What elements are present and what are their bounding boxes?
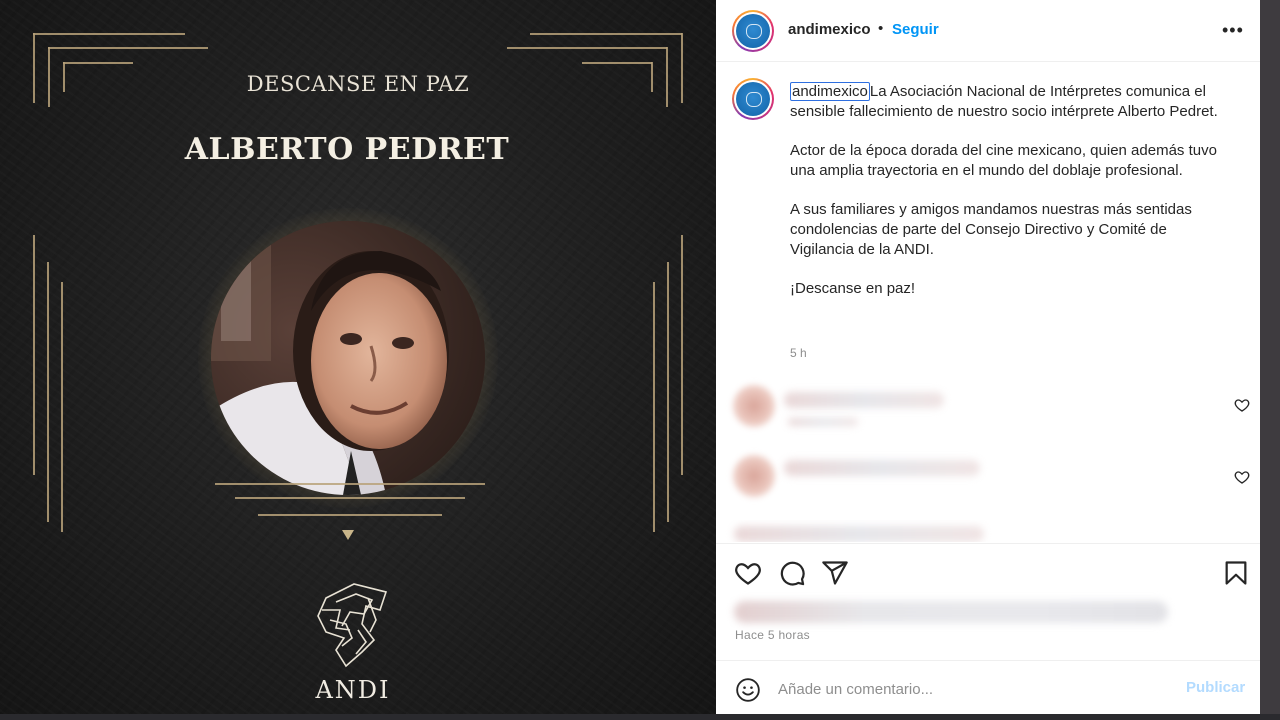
- side-ornament-line: [681, 235, 683, 475]
- andi-wordmark: ANDI: [315, 676, 391, 704]
- divider-ornament-line: [235, 497, 465, 499]
- comment-input[interactable]: [778, 678, 1168, 700]
- side-ornament-line: [47, 262, 49, 522]
- caption-timestamp: 5 h: [790, 346, 807, 360]
- comment-row: [716, 520, 1260, 542]
- divider-ornament-line: [258, 514, 442, 516]
- triangle-ornament-icon: [342, 530, 354, 540]
- caption-paragraph: ¡Descanse en paz!: [790, 280, 916, 297]
- caption-paragraph: Actor de la época dorada del cine mexica…: [790, 142, 1217, 179]
- commenter-avatar-blurred: [732, 454, 776, 498]
- corner-ornament-line: [530, 33, 682, 35]
- profile-avatar-image: [736, 82, 770, 116]
- emoji-icon[interactable]: [735, 677, 761, 703]
- post-caption: andimexico La Asociación Nacional de Inté…: [790, 82, 1230, 318]
- share-icon[interactable]: [821, 559, 849, 587]
- profile-avatar-image: [736, 14, 770, 48]
- corner-ornament-line: [582, 62, 652, 64]
- likes-summary-blurred: [734, 601, 1168, 623]
- post-header: andimexico • Seguir •••: [716, 0, 1260, 62]
- post-actions: [716, 543, 1260, 603]
- post-name-text: ALBERTO PEDRET: [184, 132, 510, 167]
- andi-logo-icon: [317, 583, 388, 668]
- side-ornament-line: [33, 235, 35, 475]
- portrait-illustration: [211, 221, 485, 495]
- commenter-avatar-blurred: [732, 384, 776, 428]
- comment-row: [716, 380, 1260, 436]
- header-username[interactable]: andimexico: [788, 21, 871, 38]
- corner-ornament-line: [33, 33, 185, 35]
- caption-username[interactable]: andimexico: [790, 82, 870, 101]
- bottom-strip: [0, 714, 1280, 720]
- follow-button[interactable]: Seguir: [892, 21, 939, 38]
- add-comment-bar: Publicar: [716, 660, 1260, 720]
- post-time-ago: Hace 5 horas: [735, 628, 810, 642]
- post-sidebar: andimexico • Seguir ••• andimexico La Aso…: [716, 0, 1260, 720]
- portrait-photo: [211, 221, 485, 495]
- caption-avatar[interactable]: [732, 78, 774, 120]
- more-horizontal-icon[interactable]: •••: [1222, 20, 1244, 41]
- comment-meta-blurred: [788, 418, 858, 426]
- comment-text-blurred: [734, 526, 984, 542]
- comment-text-blurred: [784, 392, 944, 408]
- comment-like-heart-icon[interactable]: [1234, 469, 1250, 485]
- caption-paragraph: A sus familiares y amigos mandamos nuest…: [790, 201, 1192, 258]
- corner-ornament-line: [507, 47, 667, 49]
- background-strip: [1260, 0, 1280, 720]
- comment-icon[interactable]: [778, 559, 806, 587]
- post-kicker-text: DESCANSE EN PAZ: [246, 72, 470, 96]
- comment-row: [716, 450, 1260, 506]
- side-ornament-line: [61, 282, 63, 532]
- comment-text-blurred: [784, 460, 980, 476]
- side-ornament-line: [653, 282, 655, 532]
- post-image: DESCANSE EN PAZ ALBERTO PEDRET ANDI: [0, 0, 716, 720]
- corner-ornament-line: [63, 62, 133, 64]
- divider-ornament-line: [215, 483, 485, 485]
- header-avatar[interactable]: [732, 10, 774, 52]
- publish-button[interactable]: Publicar: [1186, 679, 1245, 696]
- header-separator: •: [878, 20, 884, 37]
- bookmark-icon[interactable]: [1222, 559, 1250, 587]
- comment-like-heart-icon[interactable]: [1234, 397, 1250, 413]
- corner-ornament-line: [48, 47, 208, 49]
- heart-icon[interactable]: [734, 559, 762, 587]
- side-ornament-line: [667, 262, 669, 522]
